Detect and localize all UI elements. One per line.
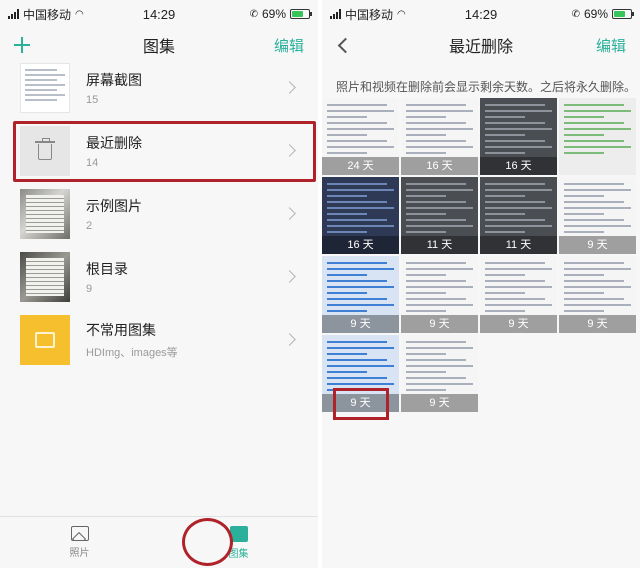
chevron-right-icon [283, 81, 296, 94]
deleted-item-thumbnail[interactable]: 9 天 [322, 335, 399, 412]
status-bar: 中国移动 ◠ 14:29 ✆ 69% [322, 0, 640, 28]
photos-icon [70, 526, 89, 541]
days-remaining-label: 11 天 [480, 236, 557, 254]
folder-icon [35, 331, 55, 348]
album-count: 14 [86, 156, 99, 169]
bottom-tab-bar: 照片 图集 [0, 516, 318, 568]
album-thumbnail [20, 125, 70, 176]
deleted-item-thumbnail[interactable]: 11 天 [480, 177, 557, 254]
battery-icon [612, 9, 634, 19]
tab-label: 照片 [69, 548, 90, 559]
top-nav: 最近删除 编辑 [322, 28, 640, 62]
albums-screen: 中国移动 ◠ 14:29 ✆ 69% 图集 编辑 屏幕截图 15 最近删除 14 [0, 0, 318, 568]
days-remaining-label: 9 天 [480, 315, 557, 333]
days-remaining-label: 9 天 [322, 394, 399, 412]
deleted-item-thumbnail[interactable]: 16 天 [401, 98, 478, 175]
album-list: 屏幕截图 15 最近删除 14 示例图片 2 根目录 9 不常用图集 HDImg… [0, 56, 318, 371]
tab-photos[interactable]: 照片 [0, 517, 159, 568]
days-remaining-label: 24 天 [322, 157, 399, 175]
deleted-item-thumbnail[interactable] [559, 98, 636, 175]
days-remaining-label: 16 天 [480, 157, 557, 175]
trash-icon [35, 138, 55, 160]
album-name: 根目录 [86, 260, 128, 277]
album-name: 不常用图集 [86, 321, 156, 338]
status-bar: 中国移动 ◠ 14:29 ✆ 69% [0, 0, 318, 28]
album-count: 2 [86, 219, 93, 232]
back-icon[interactable] [337, 37, 354, 53]
chevron-right-icon [283, 270, 296, 283]
album-count: 15 [86, 93, 99, 106]
days-remaining-label: 16 天 [322, 236, 399, 254]
recently-deleted-screen: 中国移动 ◠ 14:29 ✆ 69% 最近删除 编辑 照片和视频在删除前会显示剩… [322, 0, 640, 568]
deleted-item-thumbnail[interactable]: 16 天 [322, 177, 399, 254]
album-count: HDImg、images等 [86, 346, 178, 359]
album-thumbnail [20, 188, 70, 239]
deleted-item-thumbnail[interactable]: 11 天 [401, 177, 478, 254]
album-item-recently-deleted[interactable]: 最近删除 14 [0, 119, 318, 182]
page-title: 最近删除 [448, 39, 513, 56]
deleted-item-thumbnail[interactable]: 9 天 [322, 256, 399, 333]
edit-button[interactable]: 编辑 [596, 28, 626, 62]
album-name: 屏幕截图 [86, 71, 142, 88]
album-thumbnail [20, 251, 70, 302]
album-count: 9 [86, 282, 93, 295]
album-item-rarely-used[interactable]: 不常用图集 HDImg、images等 [0, 308, 318, 371]
battery-icon [290, 9, 312, 19]
deleted-item-thumbnail[interactable]: 9 天 [401, 335, 478, 412]
album-name: 示例图片 [86, 197, 142, 214]
days-remaining-label: 9 天 [401, 315, 478, 333]
album-item-root[interactable]: 根目录 9 [0, 245, 318, 308]
days-remaining-label: 11 天 [401, 236, 478, 254]
chevron-right-icon [283, 207, 296, 220]
add-album-icon[interactable] [14, 37, 30, 53]
album-item-screenshots[interactable]: 屏幕截图 15 [0, 56, 318, 119]
album-thumbnail [20, 62, 70, 113]
deleted-item-thumbnail[interactable]: 24 天 [322, 98, 399, 175]
tab-albums[interactable]: 图集 [159, 517, 318, 568]
days-remaining-label: 16 天 [401, 157, 478, 175]
deleted-item-thumbnail[interactable]: 9 天 [559, 256, 636, 333]
deleted-item-thumbnail[interactable]: 9 天 [401, 256, 478, 333]
album-item-sample-pictures[interactable]: 示例图片 2 [0, 182, 318, 245]
page-title: 图集 [142, 39, 175, 56]
days-remaining-label: 9 天 [559, 315, 636, 333]
tab-label: 图集 [228, 548, 249, 560]
album-name: 最近删除 [86, 134, 142, 151]
clock: 14:29 [142, 6, 176, 22]
days-remaining-label: 9 天 [401, 394, 478, 412]
deleted-items-grid: 24 天 16 天 16 天 16 天 11 天 11 天9 天9 天9 天9 天9 天9… [322, 98, 640, 412]
days-remaining-label: 9 天 [559, 236, 636, 254]
album-thumbnail [20, 314, 70, 365]
chevron-right-icon [283, 144, 296, 157]
albums-icon [229, 525, 248, 542]
chevron-right-icon [283, 333, 296, 346]
clock: 14:29 [464, 6, 498, 22]
deleted-item-thumbnail[interactable]: 9 天 [480, 256, 557, 333]
deleted-item-thumbnail[interactable]: 9 天 [559, 177, 636, 254]
deleted-item-thumbnail[interactable]: 16 天 [480, 98, 557, 175]
days-remaining-label: 9 天 [322, 315, 399, 333]
